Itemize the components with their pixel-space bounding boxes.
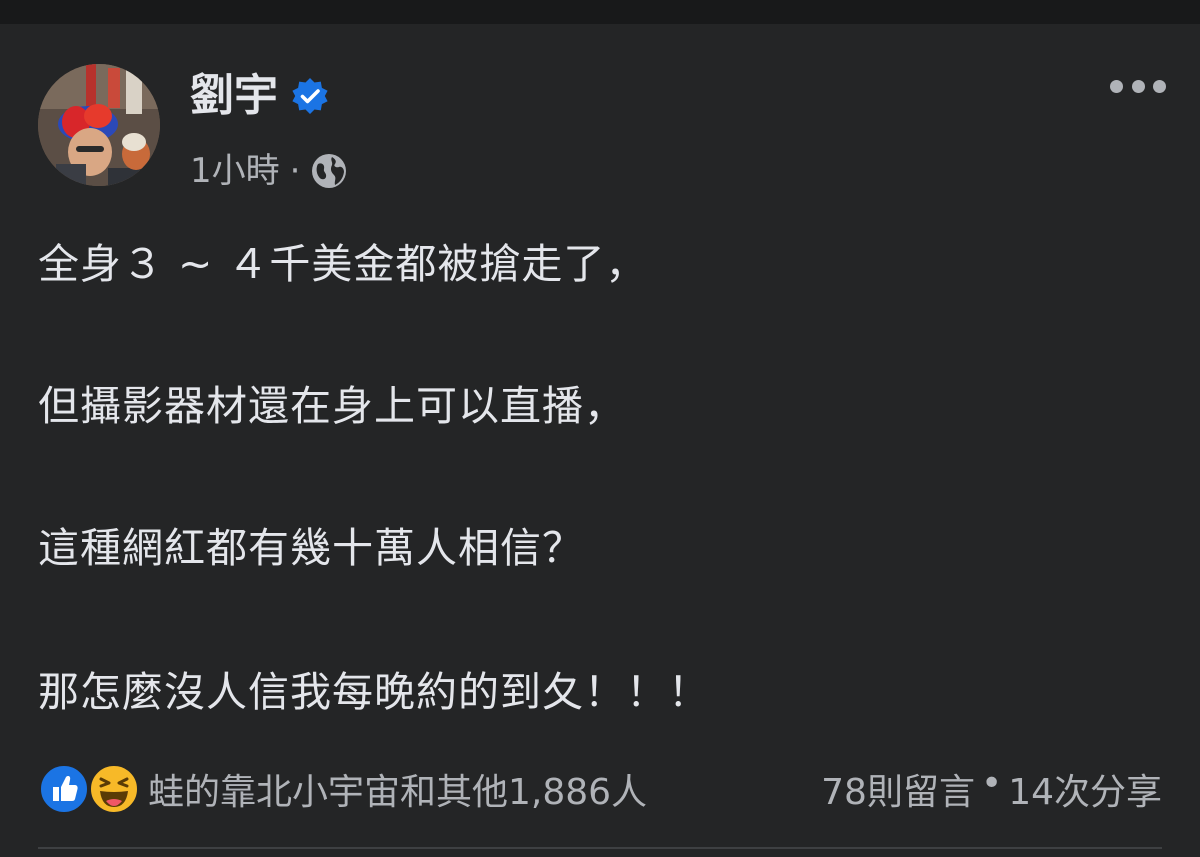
- avatar-image: [38, 64, 160, 186]
- author-name[interactable]: 劉宇: [190, 74, 278, 118]
- more-dot: [1153, 79, 1166, 93]
- author-name-row: 劉宇: [190, 74, 330, 118]
- reactions-summary[interactable]: 蛙的靠北小宇宙和其他1,886人: [148, 763, 647, 815]
- more-options-icon[interactable]: [1110, 74, 1166, 98]
- more-dot: [1131, 79, 1145, 93]
- stats-separator: •: [980, 763, 1003, 804]
- verified-badge-icon: [292, 78, 328, 114]
- post-meta: 1小時 ·: [190, 152, 348, 190]
- post-card: 劉宇 1小時 · 全身３ ~ ４千美金都被搶走了， 但攝影器材還在身上可以直播，…: [0, 24, 1200, 857]
- like-reaction-icon: [39, 764, 89, 814]
- more-dot: [1110, 79, 1123, 93]
- haha-reaction-icon: [89, 764, 139, 814]
- post-text-line: 那怎麼沒人信我每晚約的到夂！！！: [38, 668, 710, 716]
- post-footer: 蛙的靠北小宇宙和其他1,886人 78則留言 • 14次分享: [38, 759, 1162, 819]
- post-timestamp[interactable]: 1小時: [190, 154, 280, 188]
- author-avatar[interactable]: [38, 64, 160, 186]
- comments-count[interactable]: 78則留言: [821, 763, 975, 815]
- post-text-line: 這種網紅都有幾十萬人相信？: [38, 524, 584, 572]
- post-text-line: 全身３ ~ ４千美金都被搶走了，: [38, 240, 648, 288]
- reaction-icons[interactable]: [38, 763, 148, 815]
- globe-icon: [312, 154, 347, 188]
- shares-count[interactable]: 14次分享: [1008, 763, 1162, 815]
- engagement-stats: 78則留言 • 14次分享: [821, 763, 1162, 815]
- footer-divider: [38, 847, 1162, 849]
- meta-separator: ·: [289, 151, 301, 191]
- post-text-line: 但攝影器材還在身上可以直播，: [38, 382, 626, 430]
- top-status-bar: [0, 0, 1200, 24]
